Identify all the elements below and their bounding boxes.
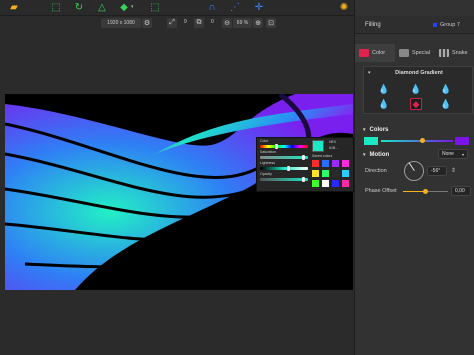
select-rect-icon[interactable]: ⬚ <box>50 2 62 14</box>
tab-special[interactable]: Special <box>395 44 435 62</box>
snake-tab-icon <box>439 49 449 57</box>
tab-color-label: Color <box>372 50 386 56</box>
saturation-thumb[interactable] <box>302 155 305 160</box>
saved-color-swatch[interactable] <box>322 160 329 167</box>
saved-color-swatch[interactable] <box>342 170 349 177</box>
direction-input[interactable]: -56° <box>427 166 447 176</box>
hue-thumb[interactable] <box>275 144 278 149</box>
zoom-in-icon[interactable]: ⊕ <box>253 18 263 28</box>
saved-color-swatch[interactable] <box>342 180 349 187</box>
saved-color-swatch[interactable] <box>312 170 319 177</box>
saved-color-swatch[interactable] <box>332 170 339 177</box>
direction-needle <box>408 162 415 171</box>
hex-label: HEX <box>329 140 337 144</box>
workspace: Color HEX #1B... Saturation Saved colors… <box>0 30 354 355</box>
phase-slider-fill <box>403 191 425 192</box>
motion-header-label: Motion <box>369 152 390 158</box>
phase-offset-input[interactable]: 0,00 <box>451 186 471 196</box>
tab-special-label: Special <box>412 50 431 56</box>
opacity-thumb[interactable] <box>302 177 305 182</box>
saved-colors-label: Saved colors <box>312 154 333 158</box>
properties-panel: Filling Group 7 Color Special Snake ▾ Di… <box>354 0 474 355</box>
gradient-start-color[interactable] <box>364 137 378 145</box>
colors-header-label: Colors <box>369 127 389 133</box>
saved-color-swatch[interactable] <box>332 180 339 187</box>
saved-color-swatch[interactable] <box>312 160 319 167</box>
hex-value[interactable]: #1B... <box>329 146 338 150</box>
panel-title: Filling <box>365 22 381 28</box>
group-label[interactable]: Group 7 <box>440 22 460 28</box>
triangle-icon[interactable]: △ <box>96 2 108 14</box>
artwork-canvas[interactable] <box>5 94 353 290</box>
gear-icon[interactable]: ⚙ <box>142 18 152 28</box>
drop-reflected-icon[interactable]: 💧 <box>378 99 389 109</box>
direction-stepper-icon[interactable]: ⇕ <box>451 167 456 174</box>
special-tab-icon <box>399 49 409 57</box>
drop-linear-icon[interactable]: 💧 <box>378 84 389 94</box>
current-color-swatch <box>312 140 324 152</box>
direction-dial[interactable] <box>404 161 424 181</box>
collapse-arrow-icon: ▾ <box>363 127 366 133</box>
lightness-slider[interactable] <box>260 167 308 170</box>
phase-offset-label: Phase Offset <box>365 188 397 194</box>
opacity-slider[interactable] <box>260 178 308 181</box>
saved-color-swatch[interactable] <box>332 160 339 167</box>
value-b: 0 <box>211 19 214 25</box>
tab-snake[interactable]: Snake <box>435 44 474 62</box>
drop-radial-icon[interactable]: 💧 <box>410 84 421 94</box>
colors-section-header[interactable]: ▾ Colors <box>355 124 474 136</box>
gradient-type-label: Diamond Gradient <box>395 70 443 76</box>
gradient-midpoint-handle[interactable] <box>420 138 425 143</box>
saved-color-swatch[interactable] <box>322 180 329 187</box>
lightness-thumb[interactable] <box>287 166 290 171</box>
group-color-dot <box>433 23 437 27</box>
fill-tabs: Color Special Snake <box>355 44 474 62</box>
zoom-level[interactable]: 69 % <box>233 18 252 28</box>
gradient-stops-bar[interactable] <box>381 140 453 142</box>
direction-label: Direction <box>365 168 387 174</box>
crop-icon[interactable]: ⬚ <box>149 2 161 14</box>
tag-icon[interactable]: ◆ <box>118 2 130 14</box>
zoom-out-icon[interactable]: ⊖ <box>222 18 232 28</box>
saturation-label: Saturation <box>260 150 276 154</box>
saved-color-swatch[interactable] <box>322 170 329 177</box>
gradient-end-color[interactable] <box>455 137 469 145</box>
tab-color[interactable]: Color <box>355 44 395 62</box>
magnet-icon[interactable]: ∩ <box>206 2 218 14</box>
folder-logo-icon[interactable]: ▰ <box>8 2 20 14</box>
collapse-arrow-icon: ▾ <box>363 152 366 158</box>
picker-color-label: Color <box>260 139 269 143</box>
chevron-down-icon[interactable]: ▾ <box>131 4 134 10</box>
opacity-label: Opacity <box>260 172 272 176</box>
saved-color-swatch[interactable] <box>312 180 319 187</box>
color-tab-icon <box>359 49 369 57</box>
canvas-subbar: 1920 x 1080 ⚙ ⤢ 9 ⧉ 0 ⊖ 69 % ⊕ ⊡ <box>0 16 354 30</box>
lasso-icon[interactable]: ↻ <box>73 2 85 14</box>
gradient-type-card: ▾ Diamond Gradient 💧 💧 💧 💧 ◆ 💧 <box>363 66 473 114</box>
panel-header: Filling Group 7 <box>355 16 474 34</box>
lion-settings-icon[interactable]: ✺ <box>338 2 350 14</box>
frame-icon[interactable]: ⧉ <box>194 18 204 28</box>
motion-mode-select[interactable]: None ▾ <box>438 149 468 159</box>
move-icon[interactable]: ✛ <box>253 2 265 14</box>
value-a: 9 <box>184 19 187 25</box>
chevron-down-icon: ▾ <box>461 151 464 157</box>
phase-slider-thumb[interactable] <box>423 189 428 194</box>
saturation-slider[interactable] <box>260 156 308 159</box>
lightness-label: Lightness <box>260 161 275 165</box>
saved-color-swatch[interactable] <box>342 160 349 167</box>
drop-shape-icon[interactable]: 💧 <box>440 99 451 109</box>
motion-mode-value: None <box>442 151 454 157</box>
fit-icon[interactable]: ⤢ <box>167 18 177 28</box>
resolution-display: 1920 x 1080 <box>101 18 141 28</box>
drop-angle-icon[interactable]: 💧 <box>440 84 451 94</box>
align-icon[interactable]: ⋰ <box>229 2 241 14</box>
wave-artwork <box>5 94 353 290</box>
tab-snake-label: Snake <box>452 50 468 56</box>
reset-zoom-icon[interactable]: ⊡ <box>266 18 276 28</box>
hue-slider[interactable] <box>260 145 308 148</box>
drop-diamond-icon[interactable]: ◆ <box>410 98 422 110</box>
color-picker-popup[interactable]: Color HEX #1B... Saturation Saved colors… <box>256 137 354 192</box>
